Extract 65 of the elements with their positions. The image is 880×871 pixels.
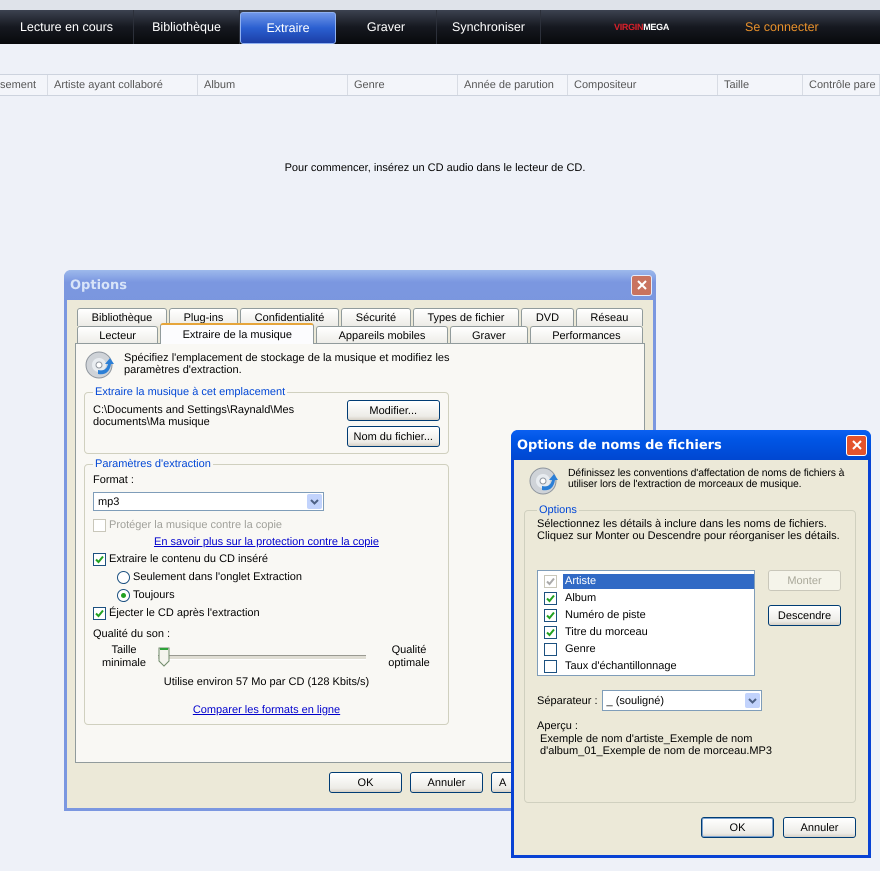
intro-text: Définissez les conventions d'affectation de noms de fichiers à utiliser lors de l'extraction de morceaux de musique. <box>568 467 846 490</box>
empty-message: Pour commencer, insérez un CD audio dans le lecteur de CD. <box>284 162 586 174</box>
slider-thumb[interactable] <box>158 646 170 666</box>
instruction-text: Sélectionnez les détails à inclure dans les noms de fichiers. <box>537 518 828 530</box>
column-header[interactable]: Artiste ayant collaboré <box>48 75 198 95</box>
instruction-text: Cliquez sur Monter ou Descendre pour réorganiser les détails. <box>537 530 841 542</box>
push-button[interactable]: Nom du fichier... <box>346 426 440 447</box>
folder-path: C:\Documents and Settings\Raynald\Mes documents\Ma musique <box>93 404 296 428</box>
group-title: Extraire la musique à cet emplacement <box>94 386 286 398</box>
list-item[interactable]: Genre <box>563 642 754 657</box>
checkbox[interactable] <box>93 552 106 566</box>
list-item[interactable]: Numéro de piste <box>563 608 754 623</box>
radio-button[interactable] <box>117 588 130 602</box>
intro-text: Spécifiez l'emplacement de stockage de la musique et modifiez les paramètres d'extraction. <box>124 351 451 376</box>
usage-text: Utilise environ 57 Mo par CD (128 Kbits/s) <box>164 676 370 688</box>
separator-label: Séparateur : <box>537 694 598 706</box>
move-down-button[interactable]: Descendre <box>768 605 841 626</box>
nav-tab[interactable]: Synchroniser <box>437 10 541 44</box>
copy-protection-link[interactable]: En savoir plus sur la protection contre la copie <box>154 536 379 548</box>
checkbox[interactable] <box>93 606 106 620</box>
column-header[interactable]: Taille <box>718 75 803 95</box>
column-header[interactable]: Album <box>198 75 348 95</box>
checkbox-label: Extraire le contenu du CD inséré <box>109 553 268 565</box>
close-icon <box>636 279 648 291</box>
radio-label: Seulement dans l'onglet Extraction <box>133 571 302 583</box>
checkbox-label: Protéger la musique contre la copie <box>109 519 282 531</box>
push-button[interactable]: Annuler <box>783 817 856 838</box>
checkbox[interactable] <box>544 592 557 605</box>
group-title: Options <box>538 504 578 516</box>
column-header[interactable]: Année de parution <box>458 75 568 95</box>
nav-tab[interactable]: Graver <box>336 10 437 44</box>
checkbox[interactable] <box>544 643 557 656</box>
slider-max-label: Qualité optimale <box>387 644 431 670</box>
checkbox[interactable] <box>544 609 557 622</box>
checkbox-label: Éjecter le CD après l'extraction <box>109 607 260 619</box>
preview-text: Exemple de nom d'artiste_Exemple de nom d'album_01_Exemple de nom de morceau.MP3 <box>539 733 774 757</box>
list-item[interactable]: Taux d'échantillonnage <box>563 659 754 674</box>
column-header[interactable]: Compositeur <box>568 75 718 95</box>
column-header[interactable]: Contrôle pare <box>803 75 880 95</box>
logo[interactable]: VIRGINMEGA <box>614 10 670 44</box>
column-header[interactable]: Genre <box>348 75 458 95</box>
list-item[interactable]: Album <box>563 591 754 606</box>
column-header[interactable]: sement <box>0 75 48 95</box>
quality-label: Qualité du son : <box>93 628 172 640</box>
preview-label: Aperçu : <box>537 720 579 732</box>
nav-tab[interactable]: Extraire <box>240 12 336 44</box>
compare-formats-link[interactable]: Comparer les formats en ligne <box>192 704 340 716</box>
group-title: Paramètres d'extraction <box>94 458 212 470</box>
radio-label: Toujours <box>133 589 175 601</box>
window-title: Options <box>70 278 127 292</box>
list-item[interactable]: Titre du morceau <box>563 625 754 640</box>
nav-tab[interactable]: Lecture en cours <box>0 10 134 44</box>
radio-button[interactable] <box>117 570 130 584</box>
push-button[interactable]: OK <box>701 817 774 838</box>
window-title: Options de noms de fichiers <box>517 438 722 452</box>
close-icon <box>850 439 862 451</box>
checkbox[interactable] <box>544 626 557 639</box>
list-item[interactable]: Artiste <box>563 574 754 589</box>
format-dropdown[interactable]: mp3 <box>93 492 324 511</box>
slider-min-label: Taille minimale <box>100 644 147 670</box>
format-label: Format : <box>93 474 135 486</box>
checkbox[interactable] <box>544 660 557 673</box>
sign-in-link[interactable]: Se connecter <box>745 10 819 44</box>
separator-dropdown[interactable]: _ (souligné) <box>602 690 762 711</box>
push-button[interactable]: Modifier... <box>346 400 440 421</box>
